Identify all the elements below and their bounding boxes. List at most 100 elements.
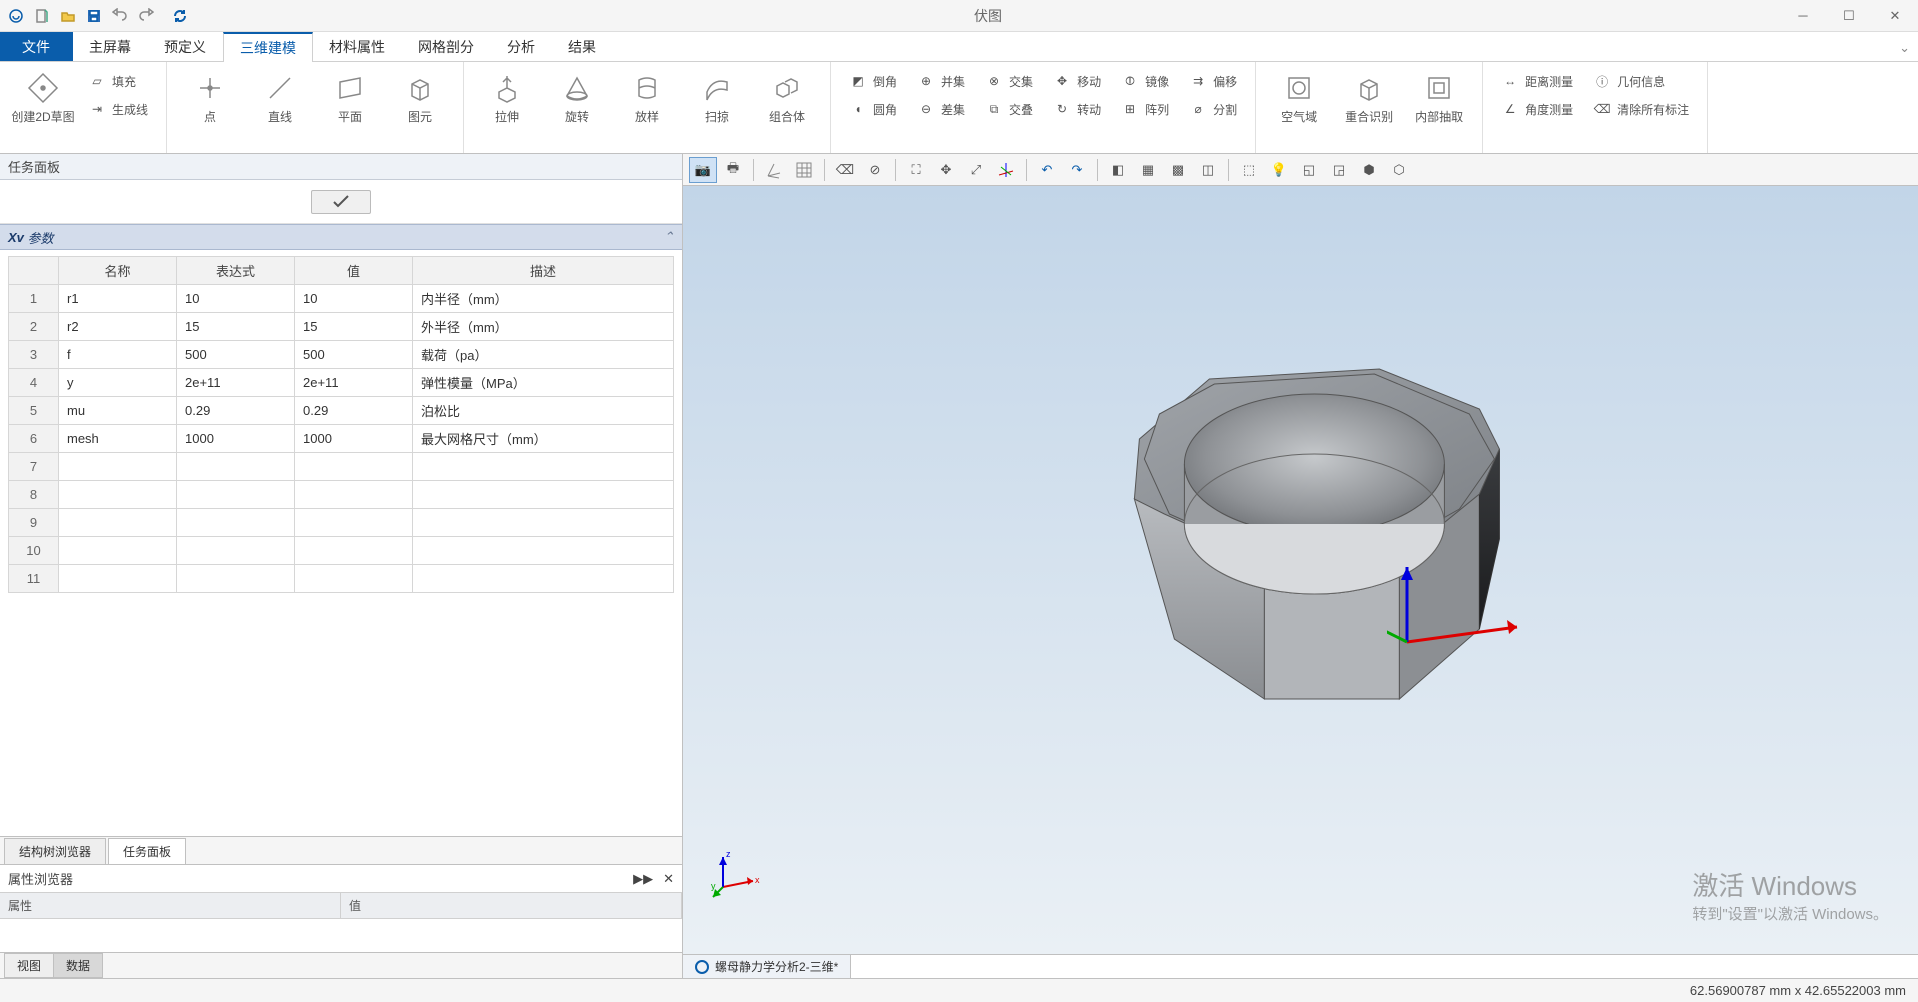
select-icon[interactable]: ⬚ [1235,157,1263,183]
subtract-button[interactable]: ⊖差集 [911,96,971,122]
table-row[interactable]: 8 [9,481,674,509]
tab-5[interactable]: 分析 [491,32,552,61]
eraser-icon[interactable]: ⌫ [831,157,859,183]
fast-forward-icon[interactable]: ▶▶ [633,871,653,887]
panel-tab[interactable]: 任务面板 [108,838,186,864]
revolve-button[interactable]: 旋转 [542,66,612,124]
rotate-button[interactable]: ↻转动 [1047,96,1107,122]
fit-icon[interactable]: ⤢ [962,157,990,183]
no-entry-icon[interactable]: ⊘ [861,157,889,183]
print-icon[interactable]: 🖶 [719,157,747,183]
angle-measure-button[interactable]: ∠角度测量 [1495,96,1579,122]
view-cube2-icon[interactable]: ◲ [1325,157,1353,183]
split-button[interactable]: ⌀分割 [1183,96,1243,122]
inner-extract-button[interactable]: 内部抽取 [1404,66,1474,124]
ribbon-collapse-icon[interactable]: ⌄ [1899,40,1910,56]
tab-2[interactable]: 三维建模 [223,32,313,62]
orient-icon[interactable] [992,157,1020,183]
table-row[interactable]: 7 [9,453,674,481]
app-logo[interactable] [4,4,28,28]
table-row[interactable]: 2r21515外半径（mm） [9,313,674,341]
panel-tab[interactable]: 结构树浏览器 [4,838,106,864]
line-button[interactable]: 直线 [245,66,315,124]
params-table[interactable]: 名称表达式值描述 1r11010内半径（mm）2r21515外半径（mm）3f5… [8,256,674,593]
table-row[interactable]: 5mu0.290.29泊松比 [9,397,674,425]
loft-button[interactable]: 放样 [612,66,682,124]
tab-4[interactable]: 网格剖分 [402,32,491,61]
view-cube1-icon[interactable]: ◱ [1295,157,1323,183]
mirror-button[interactable]: ⦷镜像 [1115,68,1175,94]
save-icon[interactable] [82,4,106,28]
merge-ident-button[interactable]: 重合识别 [1334,66,1404,124]
tab-0[interactable]: 主屏幕 [73,32,148,61]
geom-info-button[interactable]: ⓘ几何信息 [1587,68,1695,94]
col-header[interactable]: 描述 [413,257,674,285]
compound-button[interactable]: 组合体 [752,66,822,124]
bulb-icon[interactable]: 💡 [1265,157,1293,183]
axes-icon[interactable] [760,157,788,183]
shade1-icon[interactable]: ◧ [1104,157,1132,183]
redo-view-icon[interactable]: ↷ [1063,157,1091,183]
tab-1[interactable]: 预定义 [148,32,223,61]
grid-icon[interactable] [790,157,818,183]
array-button[interactable]: ⊞阵列 [1115,96,1175,122]
table-row[interactable]: 1r11010内半径（mm） [9,285,674,313]
refresh-icon[interactable] [168,4,192,28]
zoom-window-icon[interactable]: ⛶ [902,157,930,183]
offset-button[interactable]: ⇉偏移 [1183,68,1243,94]
undo-view-icon[interactable]: ↶ [1033,157,1061,183]
view-cube4-icon[interactable]: ⬡ [1385,157,1413,183]
clear-labels-button[interactable]: ⌫清除所有标注 [1587,96,1695,122]
close-button[interactable]: ✕ [1872,0,1918,32]
table-row[interactable]: 10 [9,537,674,565]
table-row[interactable]: 11 [9,565,674,593]
document-tab[interactable]: 螺母静力学分析2-三维* [683,955,851,978]
intersect-button[interactable]: ⊗交集 [979,68,1039,94]
airdomain-button[interactable]: 空气域 [1264,66,1334,124]
point-button[interactable]: 点 [175,66,245,124]
col-header[interactable]: 名称 [59,257,177,285]
move-button[interactable]: ✥移动 [1047,68,1107,94]
fill-button[interactable]: ▱填充 [82,68,154,94]
tab-6[interactable]: 结果 [552,32,613,61]
bottom-tab[interactable]: 视图 [4,953,54,978]
plane-button[interactable]: 平面 [315,66,385,124]
extrude-button[interactable]: 拉伸 [472,66,542,124]
create-2d-sketch-button[interactable]: 创建2D草图 [8,66,78,124]
open-icon[interactable] [56,4,80,28]
tab-3[interactable]: 材料属性 [313,32,402,61]
viewport-3d[interactable]: x z y 激活 Windows 转到"设置"以激活 Windows。 [683,186,1918,954]
confirm-button[interactable] [311,190,371,214]
pan-icon[interactable]: ✥ [932,157,960,183]
shade4-icon[interactable]: ◫ [1194,157,1222,183]
table-row[interactable]: 6mesh10001000最大网格尺寸（mm） [9,425,674,453]
chevron-up-icon[interactable]: ⌃ [663,229,674,245]
undo-icon[interactable] [108,4,132,28]
shade3-icon[interactable]: ▩ [1164,157,1192,183]
dist-measure-button[interactable]: ↔距离测量 [1495,68,1579,94]
redo-icon[interactable] [134,4,158,28]
table-row[interactable]: 9 [9,509,674,537]
overlap-button[interactable]: ⧉交叠 [979,96,1039,122]
new-icon[interactable] [30,4,54,28]
table-row[interactable]: 3f500500载荷（pa） [9,341,674,369]
view-cube3-icon[interactable]: ⬢ [1355,157,1383,183]
close-panel-icon[interactable]: ✕ [663,871,674,887]
bottom-tab[interactable]: 数据 [53,953,103,978]
col-header[interactable]: 值 [295,257,413,285]
fillet-button[interactable]: ◩倒角 [843,68,903,94]
sweep-button[interactable]: 扫掠 [682,66,752,124]
camera-icon[interactable]: 📷 [689,157,717,183]
union-button[interactable]: ⊕并集 [911,68,971,94]
table-row[interactable]: 4y2e+112e+11弹性模量（MPa） [9,369,674,397]
minimize-button[interactable]: ─ [1780,0,1826,32]
tab-file[interactable]: 文件 [0,32,73,61]
primitive-button[interactable]: 图元 [385,66,455,124]
round-button[interactable]: ◖圆角 [843,96,903,122]
col-header[interactable] [9,257,59,285]
shade2-icon[interactable]: ▦ [1134,157,1162,183]
params-section-header[interactable]: Xv 参数 ⌃ [0,224,682,250]
genline-button[interactable]: ⇥生成线 [82,96,154,122]
maximize-button[interactable]: ☐ [1826,0,1872,32]
col-header[interactable]: 表达式 [177,257,295,285]
